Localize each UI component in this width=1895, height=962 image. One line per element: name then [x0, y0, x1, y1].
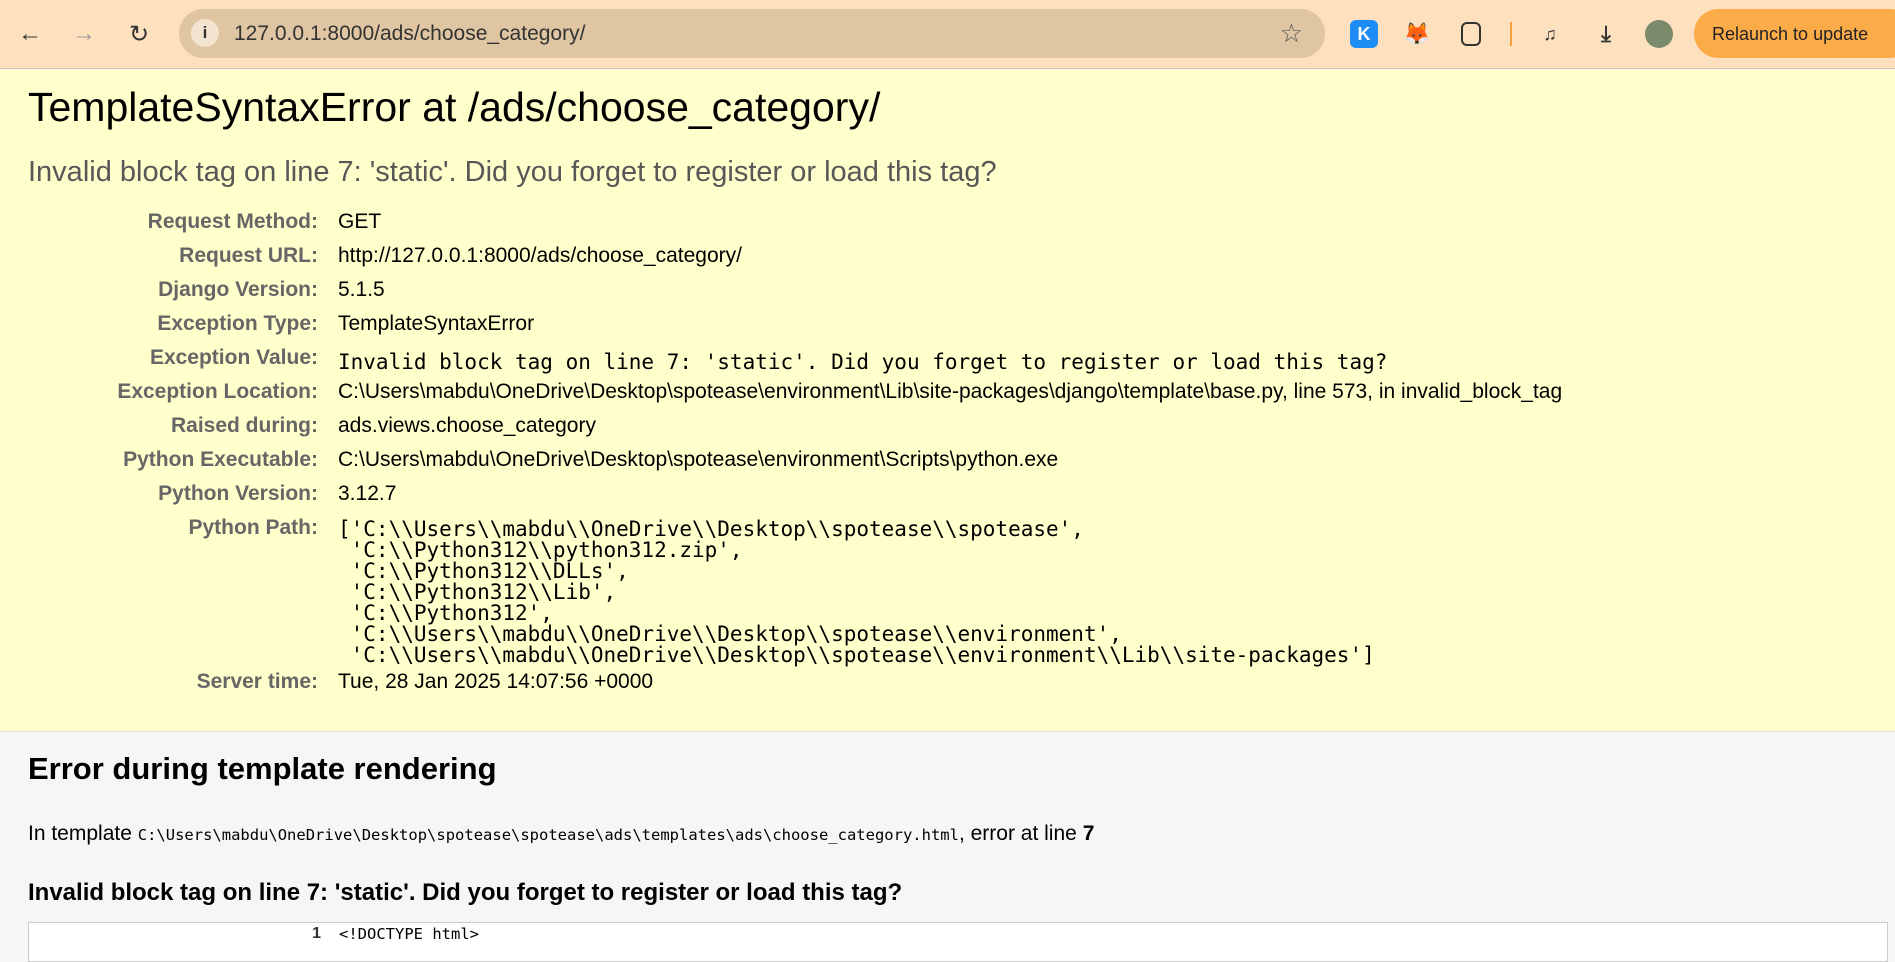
puzzle-icon[interactable]	[1461, 22, 1481, 46]
code-line: <!DOCTYPE html>	[339, 925, 479, 943]
meta-value: Tue, 28 Jan 2025 14:07:56 +0000	[338, 670, 654, 693]
template-location: In template C:\Users\mabdu\OneDrive\Desk…	[28, 822, 1094, 846]
meta-value: http://127.0.0.1:8000/ads/choose_categor…	[338, 244, 742, 267]
meta-value: C:\Users\mabdu\OneDrive\Desktop\spotease…	[338, 448, 1059, 471]
template-error-message: Invalid block tag on line 7: 'static'. D…	[28, 879, 903, 906]
back-icon[interactable]: ←	[13, 17, 47, 51]
meta-label: Request Method:	[147, 210, 318, 233]
meta-value: GET	[338, 210, 382, 233]
meta-label: Python Version:	[158, 482, 318, 505]
url-text[interactable]: 127.0.0.1:8000/ads/choose_category/	[234, 22, 585, 46]
meta-value: C:\Users\mabdu\OneDrive\Desktop\spotease…	[338, 380, 1563, 403]
site-info-icon[interactable]: i	[191, 19, 219, 47]
error-subtitle: Invalid block tag on line 7: 'static'. D…	[28, 156, 997, 188]
template-section: Error during template rendering In templ…	[0, 733, 1895, 962]
relaunch-button[interactable]: Relaunch to update	[1694, 9, 1895, 58]
bookmark-star-icon[interactable]: ☆	[1280, 18, 1303, 49]
toolbar-divider	[1510, 22, 1512, 46]
meta-label: Exception Value:	[149, 346, 318, 369]
reload-icon[interactable]: ↻	[122, 17, 156, 51]
meta-value: TemplateSyntaxError	[338, 312, 535, 335]
metamask-icon[interactable]: 🦊	[1403, 20, 1431, 48]
profile-avatar[interactable]	[1645, 20, 1673, 48]
meta-value: ads.views.choose_category	[338, 414, 596, 437]
meta-label: Python Executable:	[123, 448, 318, 471]
meta-label: Request URL:	[179, 244, 318, 267]
template-heading: Error during template rendering	[28, 751, 497, 786]
address-bar[interactable]: i 127.0.0.1:8000/ads/choose_category/ ☆	[179, 9, 1325, 58]
line-number: 1	[312, 925, 321, 942]
in-template-label: In template	[28, 822, 132, 845]
meta-label: Python Path:	[188, 516, 319, 539]
error-summary: TemplateSyntaxError at /ads/choose_categ…	[0, 70, 1895, 732]
forward-icon[interactable]: →	[67, 17, 101, 51]
meta-label: Exception Location:	[117, 380, 318, 403]
meta-label: Django Version:	[158, 278, 318, 301]
media-control-icon[interactable]: ♫	[1536, 20, 1564, 48]
meta-value: 3.12.7	[338, 482, 397, 505]
browser-toolbar: ← → ↻ i 127.0.0.1:8000/ads/choose_catego…	[0, 0, 1895, 69]
source-code-box: 1 <!DOCTYPE html>	[28, 922, 1888, 962]
meta-value: Invalid block tag on line 7: 'static'. D…	[338, 350, 1388, 374]
error-at-label: , error at line	[958, 822, 1077, 845]
meta-label: Server time:	[196, 670, 318, 693]
meta-label: Raised during:	[170, 414, 318, 437]
page-title: TemplateSyntaxError at /ads/choose_categ…	[28, 84, 881, 130]
kami-icon[interactable]: K	[1350, 20, 1378, 48]
error-line-number: 7	[1082, 822, 1095, 845]
meta-value: 5.1.5	[338, 278, 385, 301]
meta-label: Exception Type:	[157, 312, 318, 335]
python-path-value: ['C:\\Users\\mabdu\\OneDrive\\Desktop\\s…	[338, 517, 1375, 667]
template-path: C:\Users\mabdu\OneDrive\Desktop\spotease…	[137, 826, 959, 844]
download-icon[interactable]: ⤓	[1592, 20, 1620, 48]
